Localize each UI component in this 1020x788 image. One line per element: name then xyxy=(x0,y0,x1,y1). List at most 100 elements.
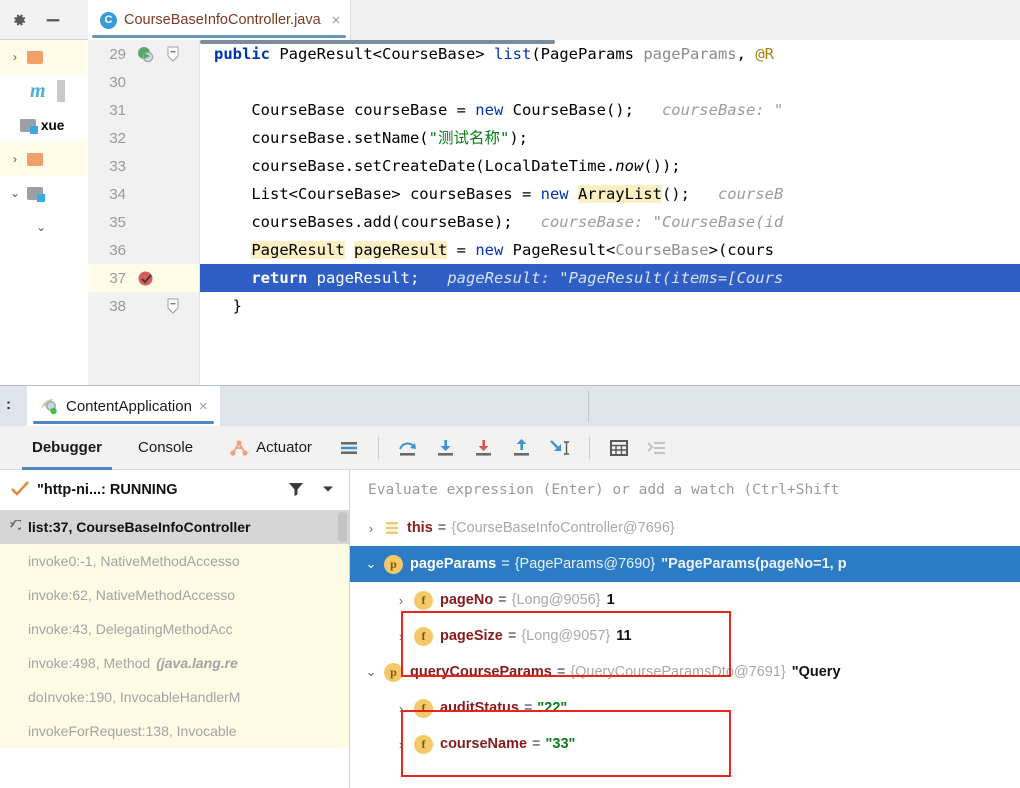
variable-row-pageparams[interactable]: ⌄ p pageParams = {PageParams@7690} "Page… xyxy=(350,546,1020,582)
tab-actuator[interactable]: Actuator xyxy=(211,426,330,470)
layout-settings-icon[interactable] xyxy=(334,433,364,463)
close-icon[interactable]: × xyxy=(199,398,208,415)
frames-list[interactable]: list:37, CourseBaseInfoController invoke… xyxy=(0,510,349,788)
chevron-right-icon[interactable]: › xyxy=(8,152,22,166)
variable-value: "Query xyxy=(791,664,841,680)
equals-sign: = xyxy=(507,628,517,644)
tab-debugger-label: Debugger xyxy=(32,439,103,456)
frame-row[interactable]: invoke:498, Method (java.lang.re xyxy=(0,646,349,680)
line-number: 34 xyxy=(109,185,126,203)
frame-row[interactable]: invoke:43, DelegatingMethodAcc xyxy=(0,612,349,646)
variable-value: "PageParams(pageNo=1, p xyxy=(661,556,847,572)
variable-row-this[interactable]: › this = {CourseBaseInfoController@7696} xyxy=(350,510,1020,546)
variable-row-pagesize[interactable]: › f pageSize = {Long@9057} 11 xyxy=(350,618,1020,654)
variable-type: {CourseBaseInfoController@7696} xyxy=(451,520,675,536)
frame-label: invokeForRequest:138, Invocable xyxy=(28,723,237,739)
run-web-endpoint-icon[interactable] xyxy=(130,46,160,63)
variable-name: courseName xyxy=(440,736,528,752)
chevron-right-icon[interactable]: › xyxy=(388,737,414,752)
variables-list[interactable]: › this = {CourseBaseInfoController@7696} xyxy=(350,510,1020,788)
debug-tool-window: : ContentApplication × Debugger Console … xyxy=(0,385,1020,788)
tree-item-label: xue xyxy=(41,117,65,133)
chevron-right-icon[interactable]: › xyxy=(388,701,414,716)
frame-row[interactable]: invoke:62, NativeMethodAccesso xyxy=(0,578,349,612)
maven-m-icon: m xyxy=(30,80,46,102)
chevron-down-icon[interactable]: ⌄ xyxy=(358,556,384,572)
chevron-down-icon[interactable]: ⌄ xyxy=(8,186,22,200)
code-line-32: courseBase.setName("测试名称"); xyxy=(251,129,528,147)
fold-collapse-icon[interactable] xyxy=(160,46,186,62)
evaluate-expression-input[interactable]: Evaluate expression (Enter) or add a wat… xyxy=(350,470,1020,510)
check-icon xyxy=(10,480,30,501)
filter-icon[interactable] xyxy=(288,481,314,500)
equals-sign: = xyxy=(501,556,510,572)
code-line-38: } xyxy=(214,297,242,315)
chevron-right-icon[interactable]: › xyxy=(358,521,384,536)
equals-sign: = xyxy=(532,736,541,752)
run-tab-contentapplication[interactable]: ContentApplication × xyxy=(27,386,220,426)
evaluate-expression-icon[interactable] xyxy=(604,433,634,463)
equals-sign: = xyxy=(523,700,533,716)
code-line-34: List<CourseBase> courseBases = new Array… xyxy=(251,185,784,203)
force-step-into-icon[interactable] xyxy=(469,433,499,463)
step-into-icon[interactable] xyxy=(431,433,461,463)
minimize-icon[interactable] xyxy=(44,11,62,29)
variable-name: pageSize xyxy=(440,628,503,644)
variable-type: {QueryCourseParamsDto@7691} xyxy=(570,664,786,680)
sort-values-icon[interactable] xyxy=(642,433,672,463)
tab-console[interactable]: Console xyxy=(120,426,211,470)
chevron-down-icon[interactable]: ⌄ xyxy=(358,664,384,680)
variable-row-pageno[interactable]: › f pageNo = {Long@9056} 1 xyxy=(350,582,1020,618)
chevron-right-icon[interactable]: › xyxy=(388,593,414,608)
frame-label: invoke:43, DelegatingMethodAcc xyxy=(28,621,233,637)
frame-label-package: (java.lang.re xyxy=(156,655,238,671)
line-number: 35 xyxy=(109,213,126,231)
frames-scrollbar[interactable] xyxy=(338,512,347,542)
frame-row[interactable]: invoke0:-1, NativeMethodAccesso xyxy=(0,544,349,578)
variable-name: auditStatus xyxy=(440,700,519,716)
editor-gutter: 29 30 31 32 33 34 35 36 37 38 xyxy=(88,40,200,390)
variable-row-querycourseparams[interactable]: ⌄ p queryCourseParams = {QueryCoursePara… xyxy=(350,654,1020,690)
gutter-row: 38 xyxy=(88,292,199,320)
folder-icon xyxy=(20,118,38,134)
line-number: 37 xyxy=(109,269,126,287)
parameter-badge-icon: p xyxy=(384,554,403,574)
variable-row-auditstatus[interactable]: › f auditStatus = "22" xyxy=(350,690,1020,726)
line-number: 36 xyxy=(109,241,126,259)
chevron-down-icon[interactable]: ⌄ xyxy=(34,220,48,234)
java-class-icon: C xyxy=(100,11,117,29)
gutter-row: 35 xyxy=(88,208,199,236)
fold-collapse-icon[interactable] xyxy=(160,298,186,314)
chevron-right-icon[interactable]: › xyxy=(388,629,414,644)
frame-row[interactable]: doInvoke:190, InvocableHandlerM xyxy=(0,680,349,714)
variable-value: "33" xyxy=(545,736,576,752)
equals-sign: = xyxy=(498,592,507,608)
line-number: 29 xyxy=(109,45,126,63)
breakpoint-verified-icon[interactable] xyxy=(130,270,160,287)
toolbar-separator xyxy=(377,436,379,459)
variables-panel: Evaluate expression (Enter) or add a wat… xyxy=(350,470,1020,788)
chevron-right-icon[interactable]: › xyxy=(8,50,22,64)
variable-name: pageParams xyxy=(410,556,497,572)
frame-row[interactable]: list:37, CourseBaseInfoController xyxy=(0,510,349,544)
tab-debugger[interactable]: Debugger xyxy=(14,426,120,470)
editor-tab-strip: C CourseBaseInfoController.java × xyxy=(88,0,1020,40)
editor-tab-coursebaseinfocontroller[interactable]: C CourseBaseInfoController.java × xyxy=(88,0,351,40)
thread-selector[interactable]: "http-ni...: RUNNING xyxy=(0,470,349,510)
step-out-icon[interactable] xyxy=(507,433,537,463)
tab-strip-filler xyxy=(350,0,1020,40)
folder-icon xyxy=(27,186,45,202)
field-badge-icon: f xyxy=(414,626,433,646)
object-lines-icon xyxy=(384,520,400,536)
step-over-icon[interactable] xyxy=(393,433,423,463)
run-to-cursor-icon[interactable] xyxy=(545,433,575,463)
variable-row-coursename[interactable]: › f courseName = "33" xyxy=(350,726,1020,762)
settings-gear-icon[interactable] xyxy=(10,11,28,29)
code-text-area[interactable]: public PageResult<CourseBase> list(PageP… xyxy=(200,40,1020,390)
gutter-row: 30 xyxy=(88,68,199,96)
close-icon[interactable]: × xyxy=(328,12,341,29)
chevron-down-icon[interactable] xyxy=(321,482,349,499)
folder-icon xyxy=(27,152,43,166)
gutter-row: 31 xyxy=(88,96,199,124)
frame-row[interactable]: invokeForRequest:138, Invocable xyxy=(0,714,349,748)
